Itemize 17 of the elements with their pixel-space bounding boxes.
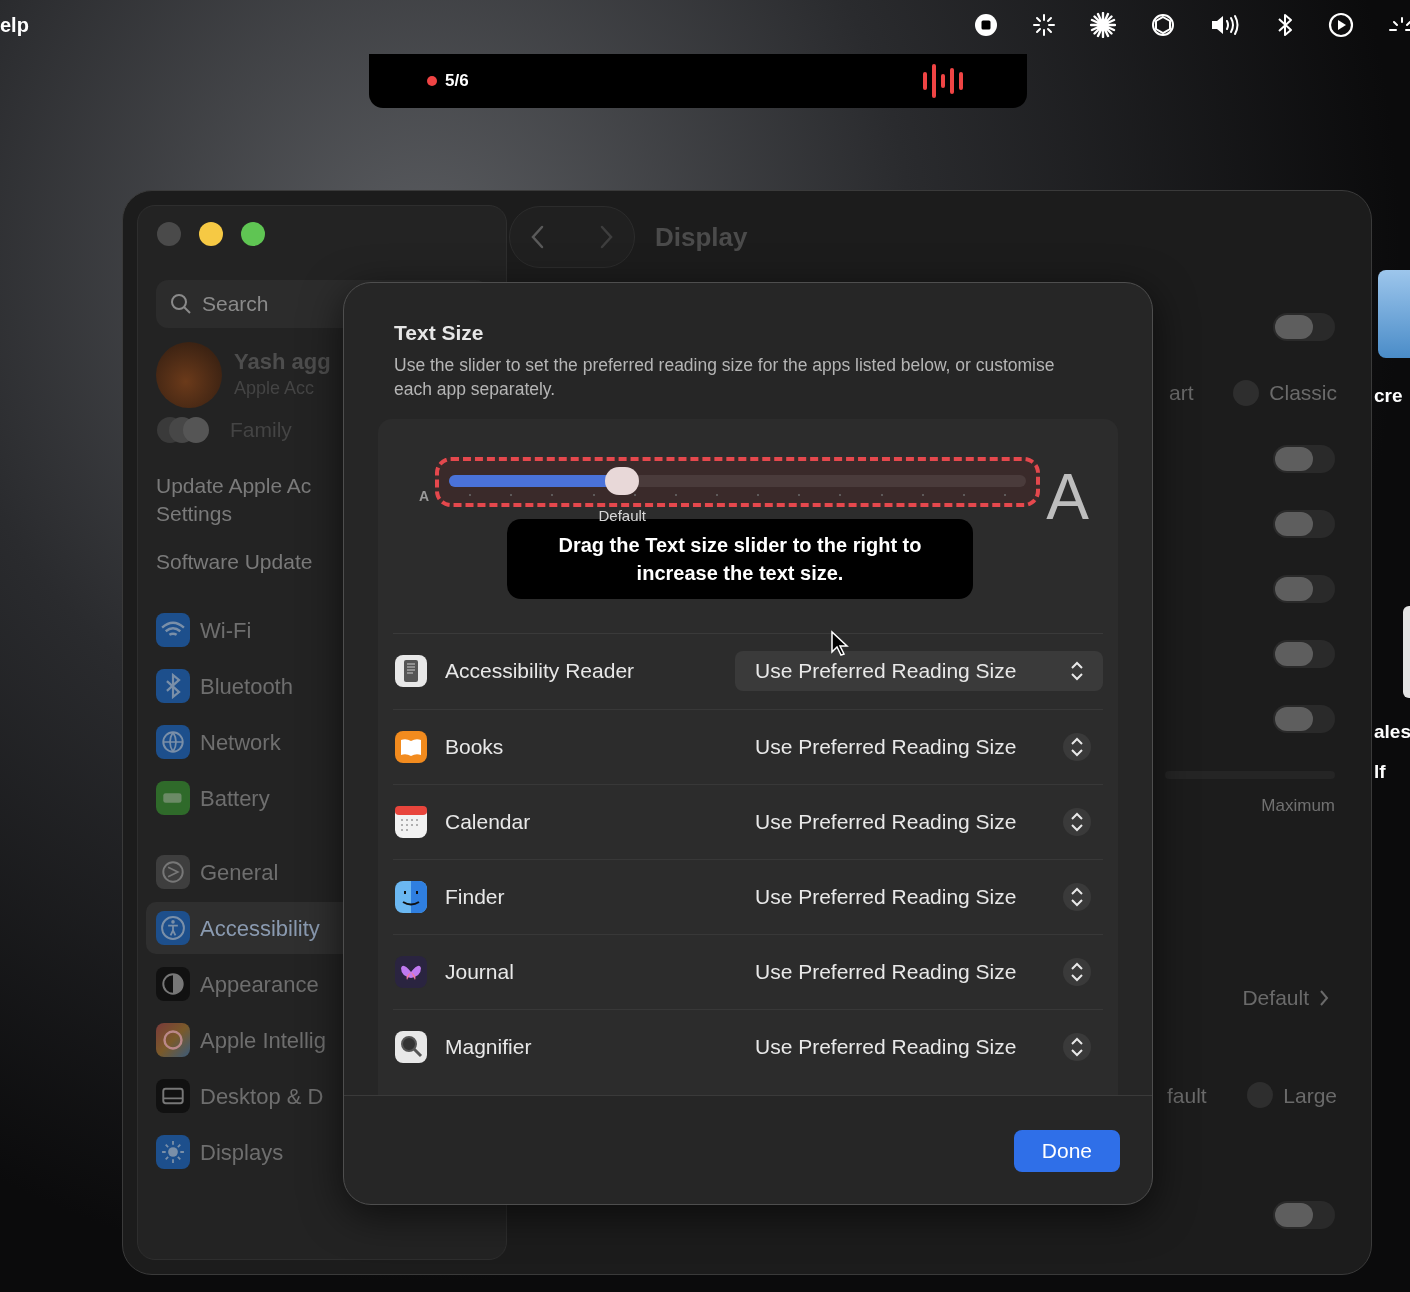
app-name: Magnifier (445, 1033, 532, 1060)
option-label: Classic (1269, 380, 1337, 406)
option-label: fault (1167, 1082, 1207, 1109)
partial-label: ales (1374, 720, 1410, 744)
option-label: Large (1283, 1082, 1337, 1109)
app-name: Books (445, 733, 504, 760)
app-name: Calendar (445, 808, 531, 835)
app-name: Journal (445, 958, 514, 985)
small-a-label: A (419, 486, 430, 506)
slider-label: Maximum (1261, 794, 1335, 817)
large-a-label: A (1046, 464, 1089, 529)
partial-label: lf (1374, 760, 1387, 784)
dialog-description: Use the slider to set the preferred reading size for the apps listed below, or customise each app separately. (394, 353, 1056, 401)
recording-counter: 5/6 (445, 70, 469, 93)
option-label: art (1169, 380, 1194, 406)
partial-label: cre (1374, 384, 1404, 408)
app-name: Accessibility Reader (445, 658, 635, 685)
